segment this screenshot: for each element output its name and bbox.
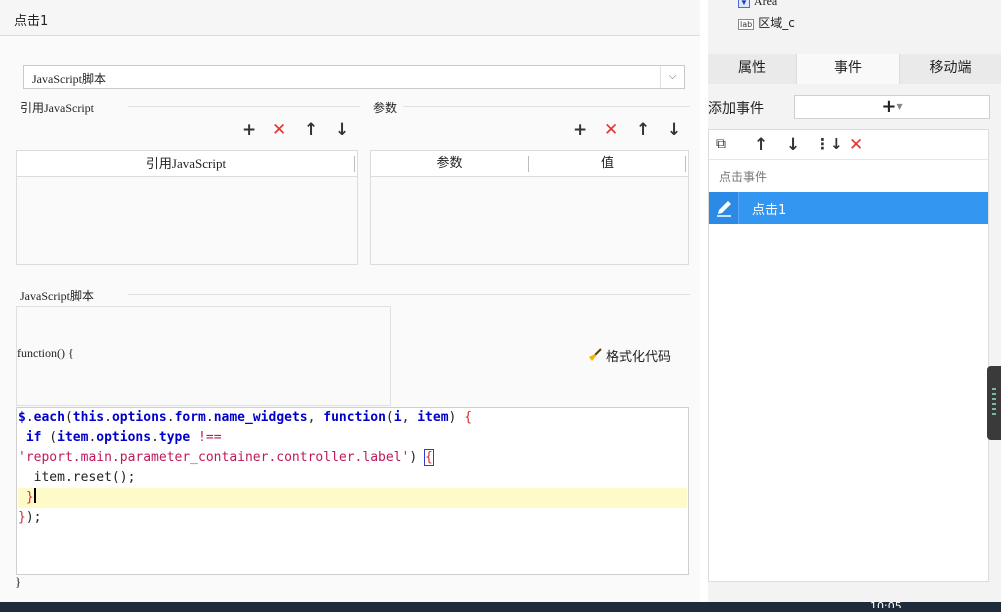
tree-item-label-widget[interactable]: lab 区域_c <box>738 14 795 31</box>
format-code-button[interactable]: 格式化代码 <box>588 346 671 365</box>
add-event-label: 添加事件 <box>708 101 764 117</box>
move-down-ref-js-button[interactable]: ↓ <box>335 121 349 139</box>
event-group-label: 点击事件 <box>719 170 768 184</box>
script-section-label: JavaScript脚本 <box>20 289 94 303</box>
current-line-highlight <box>18 488 687 508</box>
chevron-down-icon: ▼ <box>896 102 903 111</box>
ref-js-table: 引用JavaScript <box>16 150 358 265</box>
area-icon: ▼ <box>738 0 750 8</box>
delete-event-button[interactable]: ✕ <box>849 135 863 155</box>
delete-param-button[interactable]: ✕ <box>604 121 618 139</box>
panel-tabs: 属性 事件 移动端 <box>708 54 1001 84</box>
section-divider <box>128 106 360 107</box>
event-item-click1[interactable]: 点击1 <box>709 192 988 224</box>
move-down-event-button[interactable]: ↓ <box>786 135 800 155</box>
tree-item-area[interactable]: ▼ Area <box>738 0 777 9</box>
side-scroll-handle[interactable] <box>987 366 1001 440</box>
taskbar: 10:05 <box>0 602 1001 612</box>
move-bottom-event-button[interactable]: ⋮↓ <box>815 135 843 153</box>
property-panel: ▼ Area lab 区域_c 属性 事件 移动端 添加事件 +▼ ⧉ ↑ ↓ ⋮↓… <box>708 0 1001 602</box>
code-line: 'report.main.parameter_container.control… <box>18 449 434 466</box>
dialog-header: 点击1 <box>0 0 700 36</box>
tree-item-label: Area <box>753 0 778 8</box>
code-line: } <box>25 488 36 505</box>
dialog-title: 点击1 <box>14 14 49 29</box>
move-up-param-button[interactable]: ↑ <box>636 121 650 139</box>
script-type-select[interactable]: JavaScript脚本 ⌵ <box>23 65 685 89</box>
move-up-ref-js-button[interactable]: ↑ <box>304 121 318 139</box>
ref-js-column-header: 引用JavaScript <box>145 156 227 171</box>
params-table: 参数 值 <box>370 150 689 265</box>
ref-js-table-header: 引用JavaScript <box>17 151 357 177</box>
copy-event-button[interactable]: ⧉ <box>716 136 726 152</box>
format-code-label: 格式化代码 <box>606 350 672 365</box>
label-icon: lab <box>738 19 755 30</box>
param-name-column-header: 参数 <box>436 156 463 171</box>
code-line: if (item.options.type !== <box>25 430 222 445</box>
code-line: item.reset(); <box>33 470 136 485</box>
delete-ref-js-button[interactable]: ✕ <box>272 121 286 139</box>
chevron-down-icon[interactable]: ⌵ <box>660 66 684 88</box>
section-divider <box>403 106 690 107</box>
event-toolbar: ⧉ ↑ ↓ ⋮↓ ✕ <box>709 130 988 160</box>
ref-js-section-label: 引用JavaScript <box>20 101 94 115</box>
function-footer: } <box>15 574 22 589</box>
event-edit-dialog: 点击1 JavaScript脚本 ⌵ 引用JavaScript + ✕ ↑ ↓ … <box>0 0 700 602</box>
param-value-column-header: 值 <box>600 156 614 171</box>
script-type-value: JavaScript脚本 <box>32 72 106 86</box>
taskbar-clock: 10:05 <box>870 602 902 608</box>
text-caret <box>33 488 36 503</box>
params-table-header: 参数 值 <box>371 151 688 177</box>
column-separator <box>354 156 355 172</box>
section-divider <box>128 294 690 295</box>
add-param-button[interactable]: + <box>573 121 587 139</box>
move-down-param-button[interactable]: ↓ <box>667 121 681 139</box>
tree-item-label: 区域_c <box>758 16 795 30</box>
tab-properties[interactable]: 属性 <box>708 54 796 84</box>
broom-icon <box>589 348 602 361</box>
column-separator <box>685 156 686 172</box>
code-line: }); <box>18 510 42 525</box>
code-line: $.each(this.options.form.name_widgets, f… <box>18 410 473 425</box>
event-list: ⧉ ↑ ↓ ⋮↓ ✕ 点击事件 点击1 <box>708 129 989 582</box>
move-up-event-button[interactable]: ↑ <box>754 135 768 155</box>
code-editor[interactable]: $.each(this.options.form.name_widgets, f… <box>16 407 689 575</box>
function-header: function() { <box>17 346 74 360</box>
params-section-label: 参数 <box>373 101 398 115</box>
add-event-button[interactable]: +▼ <box>794 95 990 119</box>
add-ref-js-button[interactable]: + <box>242 121 256 139</box>
event-item-label: 点击1 <box>752 203 787 218</box>
tab-mobile[interactable]: 移动端 <box>900 54 1001 84</box>
edit-icon[interactable] <box>709 192 739 224</box>
tab-events[interactable]: 事件 <box>796 54 900 84</box>
